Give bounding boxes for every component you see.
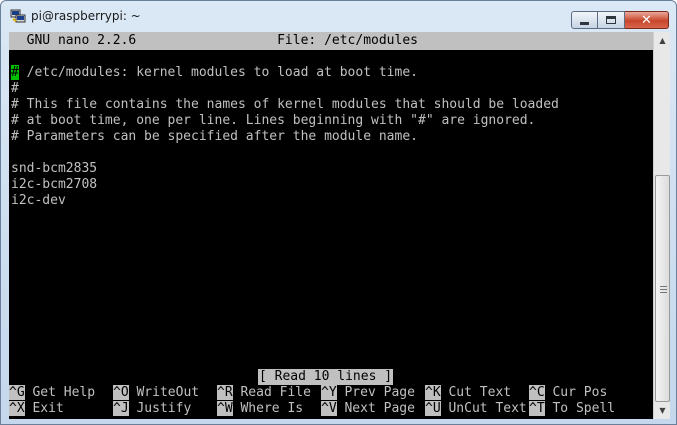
minimize-button[interactable] [571,11,598,29]
vertical-scrollbar[interactable]: ▲ ▼ [653,32,670,419]
shortcut-where-is: ^W Where Is [217,401,319,416]
shortcut-cut-text: ^K Cut Text [425,385,527,400]
maximize-icon [606,16,616,24]
shortcut-exit: ^X Exit [9,401,111,416]
shortcut-uncut-text: ^U UnCut Text [425,401,527,416]
shortcut-next-page: ^V Next Page [321,401,423,416]
shortcut-cur-pos: ^C Cur Pos [529,385,608,400]
editor-line: i2c-bcm2708 [11,177,98,192]
scroll-up-arrow-icon[interactable]: ▲ [654,32,671,49]
editor-line: # Parameters can be specified after the … [11,129,418,144]
status-message: [ Read 10 lines ] [258,369,394,385]
text-cursor: # [11,65,19,80]
shortcut-get-help: ^G Get Help [9,385,111,400]
shortcut-prev-page: ^Y Prev Page [321,385,423,400]
scrollbar-thumb[interactable] [655,175,670,402]
close-icon: ✕ [641,12,652,28]
nano-header: GNU nano 2.2.6 File: /etc/modules [9,32,653,50]
title-bar[interactable]: pi@raspberrypi: ~ ✕ [1,1,676,31]
editor-line: # [11,81,19,96]
editor-line: # This file contains the names of kernel… [11,97,559,112]
editor-line: i2c-dev [11,193,66,208]
shortcut-to-spell: ^T To Spell [529,401,616,416]
window-title: pi@raspberrypi: ~ [31,9,141,23]
scroll-down-arrow-icon[interactable]: ▼ [654,402,671,419]
editor-line: snd-bcm2835 [11,161,98,176]
grip-icon [660,286,667,293]
editor-line: # /etc/modules: kernel modules to load a… [11,65,418,80]
shortcut-read-file: ^R Read File [217,385,319,400]
maximize-button[interactable] [598,11,625,29]
putty-window: pi@raspberrypi: ~ ✕ GNU nano 2.2.6 File:… [0,0,677,425]
close-button[interactable]: ✕ [625,11,669,29]
editor-line: # at boot time, one per line. Lines begi… [11,113,536,128]
putty-icon [10,9,26,23]
shortcut-justify: ^J Justify [113,401,215,416]
shortcut-writeout: ^O WriteOut [113,385,215,400]
minimize-icon [580,21,589,25]
terminal-area[interactable]: GNU nano 2.2.6 File: /etc/modules # /etc… [9,32,653,419]
